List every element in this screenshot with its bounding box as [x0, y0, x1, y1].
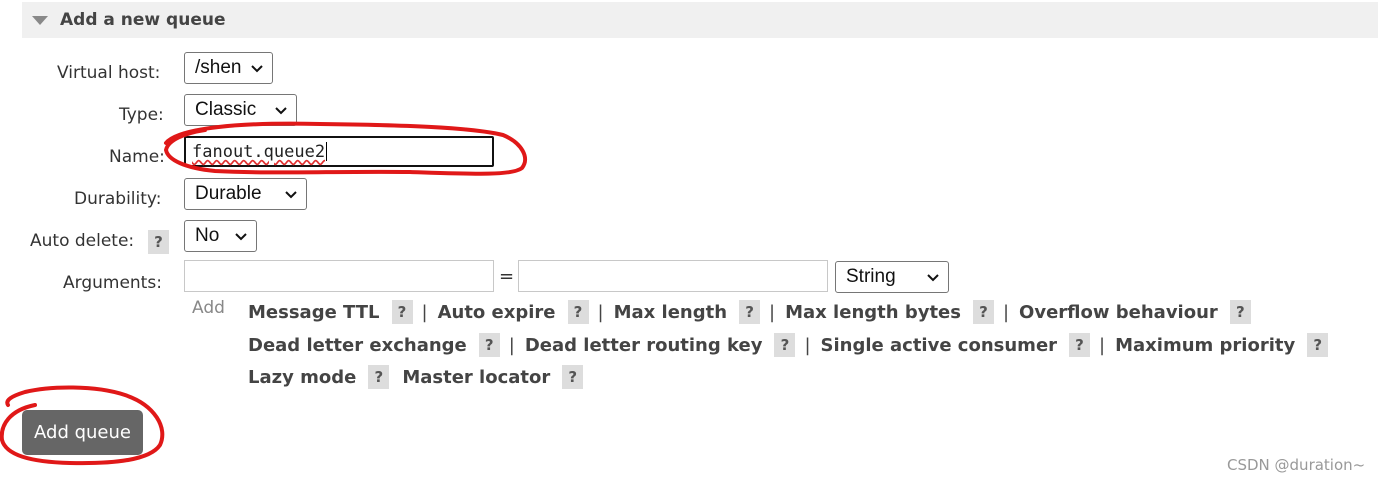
add-queue-button[interactable]: Add queue [22, 410, 143, 455]
type-value: Classic [195, 99, 257, 120]
arg-link-auto-expire[interactable]: Auto expire [438, 302, 556, 323]
help-icon[interactable]: ? [739, 300, 761, 324]
text-caret [326, 142, 328, 161]
help-icon[interactable]: ? [368, 365, 390, 389]
section-header[interactable]: Add a new queue [22, 2, 1378, 38]
help-icon[interactable]: ? [391, 300, 413, 324]
arg-link-message-ttl[interactable]: Message TTL [248, 302, 380, 323]
auto-delete-help-icon[interactable]: ? [148, 230, 169, 254]
arg-link-maximum-priority[interactable]: Maximum priority [1115, 335, 1295, 356]
arguments-label: Arguments: [63, 273, 162, 293]
separator: | [1099, 334, 1106, 356]
separator: | [421, 301, 428, 323]
equals-sign: = [499, 266, 515, 287]
watermark: CSDN @duration~ [1227, 456, 1366, 474]
chevron-down-icon [285, 191, 297, 199]
separator: | [597, 301, 604, 323]
help-icon[interactable]: ? [478, 333, 500, 357]
virtual-host-select[interactable]: /shen [184, 52, 273, 84]
durability-select[interactable]: Durable [184, 178, 307, 210]
chevron-down-icon [927, 274, 939, 282]
help-icon[interactable]: ? [567, 300, 589, 324]
collapse-triangle-icon[interactable] [32, 15, 48, 25]
help-icon[interactable]: ? [562, 365, 584, 389]
help-icon[interactable]: ? [1229, 300, 1251, 324]
chevron-down-icon [275, 107, 287, 115]
arg-link-overflow-behaviour[interactable]: Overflow behaviour [1019, 302, 1218, 323]
separator: | [804, 334, 811, 356]
auto-delete-select[interactable]: No [184, 220, 257, 252]
argument-type-select[interactable]: String [835, 261, 949, 293]
argument-value-input[interactable] [518, 260, 828, 292]
auto-delete-label: Auto delete: [30, 231, 135, 251]
name-label: Name: [109, 147, 165, 167]
virtual-host-value: /shen [195, 57, 242, 78]
separator: | [769, 301, 776, 323]
chevron-down-icon [251, 65, 263, 73]
name-input[interactable]: fanout.queue2 [184, 136, 494, 167]
durability-label: Durability: [74, 189, 162, 209]
help-icon[interactable]: ? [1069, 333, 1091, 357]
arg-link-max-length[interactable]: Max length [614, 302, 727, 323]
help-icon[interactable]: ? [972, 300, 994, 324]
argument-links-row-2: Dead letter exchange ? | Dead letter rou… [248, 332, 1329, 358]
durability-value: Durable [195, 183, 262, 204]
arg-link-max-length-bytes[interactable]: Max length bytes [785, 302, 961, 323]
add-argument-label: Add [192, 298, 225, 318]
argument-type-value: String [846, 266, 896, 287]
help-icon[interactable]: ? [1307, 333, 1329, 357]
help-icon[interactable]: ? [774, 333, 796, 357]
arg-link-dead-letter-exchange[interactable]: Dead letter exchange [248, 335, 467, 356]
section-title: Add a new queue [60, 10, 226, 30]
argument-links-row-1: Message TTL ? | Auto expire ? | Max leng… [248, 299, 1251, 325]
arg-link-master-locator[interactable]: Master locator [402, 367, 550, 388]
argument-key-input[interactable] [184, 260, 494, 292]
arg-link-single-active-consumer[interactable]: Single active consumer [821, 335, 1058, 356]
virtual-host-label: Virtual host: [57, 63, 161, 83]
argument-links-row-3: Lazy mode ? Master locator ? [248, 364, 584, 390]
type-label: Type: [119, 105, 164, 125]
separator: | [1002, 301, 1010, 323]
type-select[interactable]: Classic [184, 94, 297, 126]
arg-link-lazy-mode[interactable]: Lazy mode [248, 367, 356, 388]
name-input-value: fanout.queue2 [192, 141, 326, 162]
chevron-down-icon [235, 233, 247, 241]
auto-delete-value: No [195, 225, 220, 246]
arg-link-dead-letter-routing-key[interactable]: Dead letter routing key [525, 335, 763, 356]
separator: | [508, 334, 515, 356]
